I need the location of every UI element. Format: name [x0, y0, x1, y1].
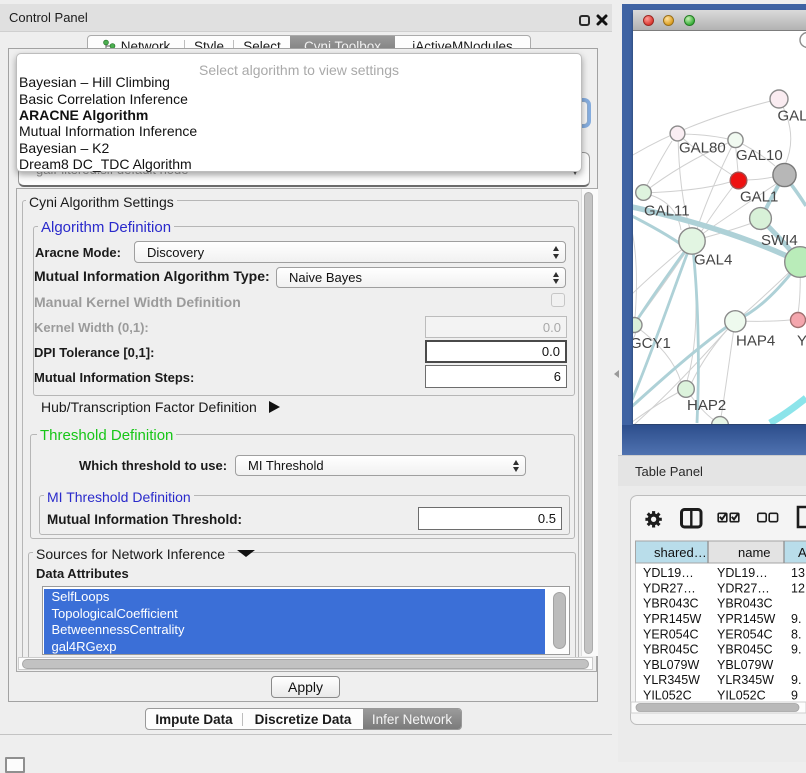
svg-text:YER054C: YER054C [717, 627, 773, 641]
svg-text:YBR043C: YBR043C [643, 597, 699, 611]
svg-text:GAL10: GAL10 [736, 147, 783, 164]
svg-text:YPR145W: YPR145W [717, 612, 776, 626]
svg-text:GCY1: GCY1 [633, 335, 671, 352]
svg-text:YIL052C: YIL052C [717, 689, 766, 703]
svg-text:YJ: YJ [797, 333, 806, 350]
svg-text:YLR345W: YLR345W [643, 673, 700, 687]
svg-text:YPR145W: YPR145W [643, 612, 702, 626]
svg-text:YIL052C: YIL052C [643, 689, 692, 703]
svg-text:GAL1: GAL1 [740, 189, 778, 206]
svg-text:GAL11: GAL11 [644, 203, 690, 220]
svg-text:SWI4: SWI4 [761, 232, 798, 249]
svg-text:YBR045C: YBR045C [643, 643, 699, 657]
svg-text:YBL079W: YBL079W [643, 658, 699, 672]
svg-text:HAP2: HAP2 [687, 397, 726, 414]
svg-text:GAL7: GAL7 [778, 108, 806, 125]
svg-text:shared…: shared… [654, 545, 707, 560]
svg-text:YDL19…: YDL19… [643, 566, 694, 580]
svg-text:YBR045C: YBR045C [717, 643, 773, 657]
svg-text:YBL079W: YBL079W [717, 658, 773, 672]
svg-text:GAL80: GAL80 [679, 140, 726, 157]
svg-text:name: name [738, 545, 771, 560]
svg-text:13: 13 [791, 566, 805, 580]
svg-text:9: 9 [791, 689, 798, 703]
svg-text:8.: 8. [791, 627, 801, 641]
svg-text:YDR27…: YDR27… [643, 581, 696, 595]
svg-text:12: 12 [791, 581, 805, 595]
svg-text:YER054C: YER054C [643, 627, 699, 641]
svg-text:9.: 9. [791, 612, 801, 626]
svg-text:YLR345W: YLR345W [717, 673, 774, 687]
svg-text:Av: Av [798, 545, 806, 560]
svg-text:YDR27…: YDR27… [717, 581, 770, 595]
svg-text:GAL4: GAL4 [694, 252, 732, 269]
svg-text:9.: 9. [791, 643, 801, 657]
svg-text:YBR043C: YBR043C [717, 597, 773, 611]
svg-text:HAP4: HAP4 [736, 333, 775, 350]
svg-text:YDL19…: YDL19… [717, 566, 768, 580]
svg-text:9.: 9. [791, 673, 801, 687]
